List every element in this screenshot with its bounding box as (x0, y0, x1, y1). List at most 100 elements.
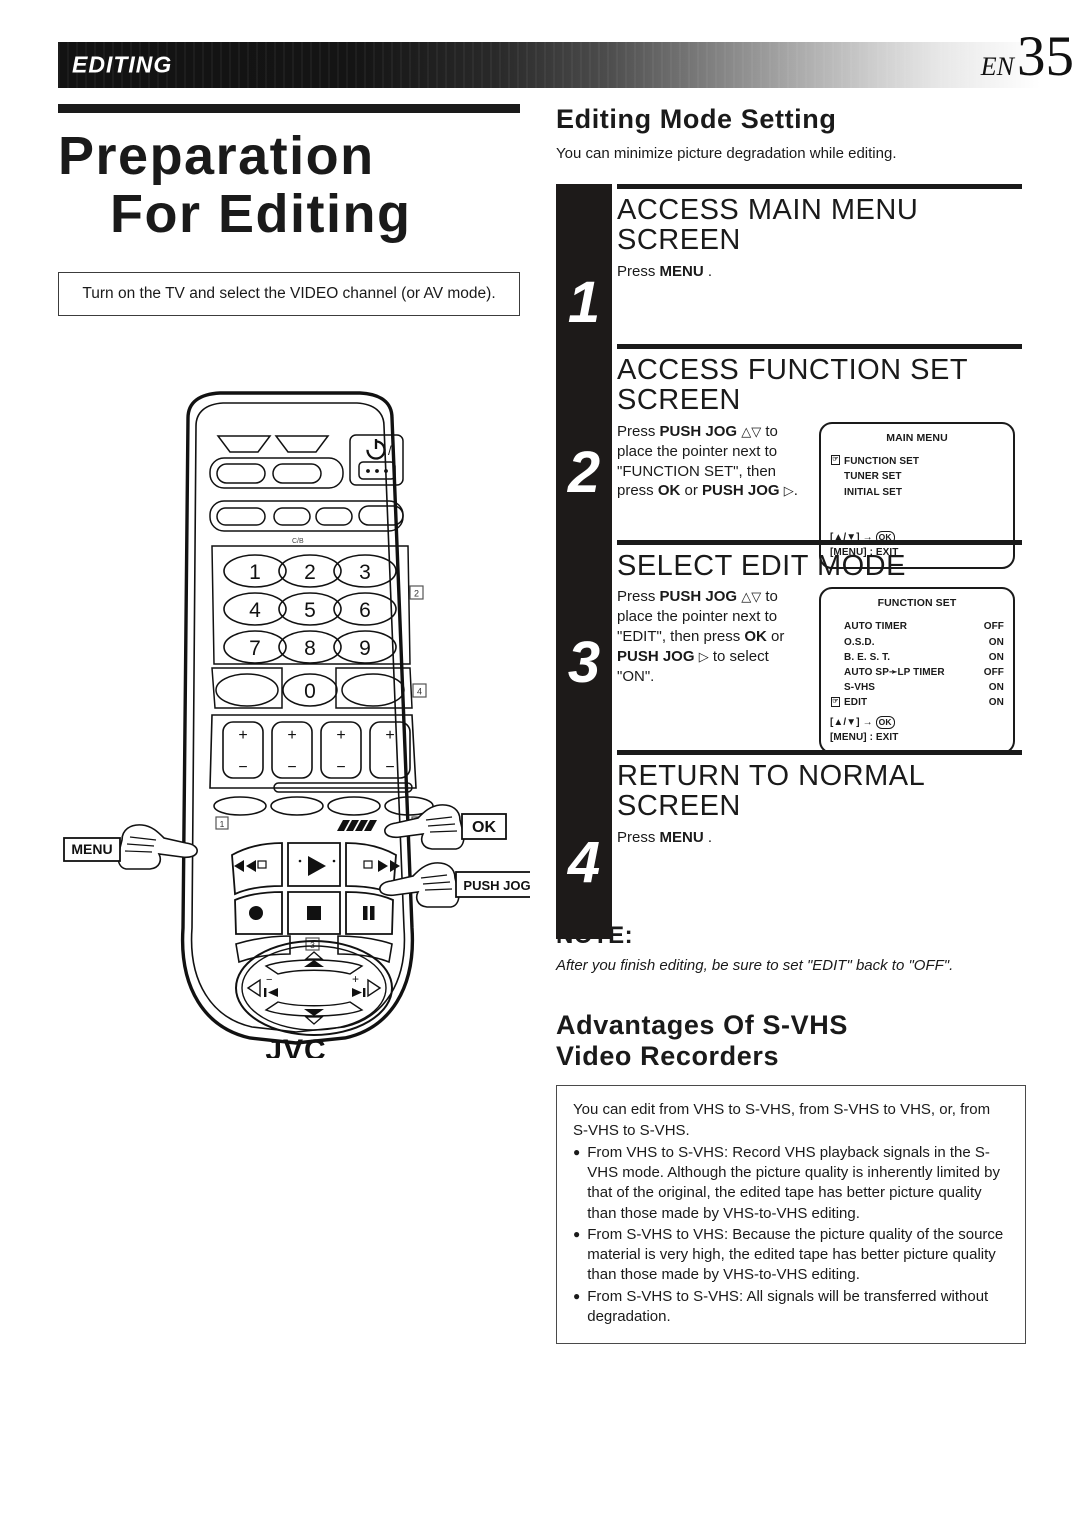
advantages-block: Advantages Of S-VHS Video Recorders You … (556, 1010, 1026, 1345)
ok-callout-label: OK (472, 819, 496, 836)
osd-row-label: S-VHS (844, 682, 876, 694)
step-1-body: Press MENU . (617, 262, 1026, 282)
osd-row-auto-sp-lp-timer[interactable]: AUTO SP➛LP TIMER OFF (844, 665, 1004, 680)
step-2-key-pushjog: PUSH JOG (659, 422, 738, 440)
step-1-text: Press MENU . (617, 262, 809, 282)
section-subtitle: You can minimize picture degradation whi… (556, 145, 897, 163)
osd-row-label: B. E. S. T. (844, 651, 891, 663)
bullet-dot-icon: ● (573, 1144, 581, 1159)
remote-control-illustration: /I C/B 1 2 3 4 5 6 7 8 9 2 0 4 + + + + −… (60, 388, 530, 1067)
advantages-title-line1: Advantages Of S-VHS (556, 1009, 848, 1040)
step-2-rule (617, 344, 1022, 350)
advantages-bullet: ● From VHS to S-VHS: Record VHS playback… (573, 1143, 1009, 1224)
right-column: Editing Mode Setting You can minimize pi… (556, 104, 1026, 1345)
osd-row-osd[interactable]: O.S.D. ON (844, 635, 1004, 650)
bullet-text: From S-VHS to VHS: Because the picture q… (587, 1225, 1004, 1284)
step-number-bar: 1 2 3 4 (556, 184, 612, 940)
osd-row-value: ON (988, 636, 1004, 648)
step-3: SELECT EDIT MODE Press PUSH JOG △▽ to pl… (617, 540, 1026, 754)
header-gradient-stripes (58, 42, 1040, 88)
chapter-header-band: EDITING (58, 42, 1040, 88)
step-3-heading: SELECT EDIT MODE (617, 550, 906, 583)
osd-item-function-set[interactable]: ☞ FUNCTION SET (831, 454, 1004, 470)
osd-row-edit[interactable]: ☞ EDIT ON (831, 695, 1004, 710)
callout-layer: MENU OK PUSH JOG (63, 804, 530, 908)
step-3-body: Press PUSH JOG △▽ to place the pointer n… (617, 587, 1026, 754)
pointer-finger-icon: ☞ (831, 454, 840, 465)
advantages-box: You can edit from VHS to S-VHS, from S-V… (556, 1085, 1026, 1345)
osd-row-svhs[interactable]: S-VHS ON (844, 680, 1004, 695)
osd-row-best[interactable]: B. E. S. T. ON (844, 650, 1004, 665)
osd-main-menu-items: ☞ FUNCTION SET TUNER SET INITIAL SET (830, 454, 1004, 501)
advantages-bullets: ● From VHS to S-VHS: Record VHS playback… (573, 1143, 1009, 1327)
step-4-body: Press MENU . (617, 828, 1026, 848)
push-jog-callout-label: PUSH JOG (463, 878, 530, 893)
osd-row-label: AUTO TIMER (844, 621, 908, 633)
osd-row-label: AUTO SP➛LP TIMER (844, 667, 945, 679)
osd-function-set: FUNCTION SET AUTO TIMER OFF O.S.D. ON B.… (819, 587, 1015, 754)
note-title: NOTE: (556, 922, 1026, 950)
step-2-key-ok: OK (657, 482, 681, 500)
bullet-text: From VHS to S-VHS: Record VHS playback s… (587, 1143, 1000, 1222)
osd-footer-nav: [▲/▼] → (830, 716, 873, 728)
osd-item-initial-set[interactable]: INITIAL SET (844, 485, 1004, 501)
preparation-note-box: Turn on the TV and select the VIDEO chan… (58, 271, 520, 316)
step-number-1: 1 (567, 270, 601, 336)
bullet-dot-icon: ● (573, 1226, 581, 1241)
page-title-line1: Preparation (58, 126, 375, 186)
osd-footer-exit: [MENU] : EXIT (830, 731, 899, 743)
osd-item-tuner-set[interactable]: TUNER SET (844, 469, 1004, 485)
osd-row-label: O.S.D. (844, 636, 875, 648)
osd-item-label: FUNCTION SET (844, 455, 920, 467)
section-title: Editing Mode Setting (556, 104, 837, 134)
page-number-block: EN 35 (980, 25, 1074, 88)
left-column: Preparation For Editing Turn on the TV a… (58, 104, 530, 316)
bullet-text: From S-VHS to S-VHS: All signals will be… (587, 1287, 989, 1325)
step-1-text-pre: Press (617, 262, 660, 280)
menu-callout-label: MENU (71, 841, 112, 857)
step-3-text: Press PUSH JOG △▽ to place the pointer n… (617, 588, 785, 685)
step-1-key-menu: MENU (659, 262, 704, 280)
osd-function-set-footer: [▲/▼] → OK [MENU] : EXIT (830, 715, 1004, 745)
step-4-rule (617, 750, 1022, 756)
step-4-heading: RETURN TO NORMAL SCREEN (617, 760, 925, 823)
advantages-title: Advantages Of S-VHS Video Recorders (556, 1010, 1026, 1074)
osd-function-set-rows: AUTO TIMER OFF O.S.D. ON B. E. S. T. ON (830, 619, 1004, 710)
title-rule (58, 104, 520, 113)
osd-footer-ok-badge: OK (875, 715, 895, 729)
step-4-text-pre: Press (617, 828, 660, 846)
osd-row-value: ON (988, 682, 1004, 694)
step-3-rule (617, 540, 1022, 546)
osd-row-value: OFF (983, 621, 1004, 633)
menu-callout (117, 824, 198, 870)
note-text: After you finish editing, be sure to set… (556, 957, 954, 975)
advantages-bullet: ● From S-VHS to VHS: Because the picture… (573, 1225, 1009, 1286)
step-1: ACCESS MAIN MENU SCREEN Press MENU . (617, 184, 1026, 344)
bullet-dot-icon: ● (573, 1288, 581, 1303)
step-2: ACCESS FUNCTION SET SCREEN Press PUSH JO… (617, 344, 1026, 570)
advantages-intro: You can edit from VHS to S-VHS, from S-V… (573, 1101, 991, 1139)
osd-row-auto-timer[interactable]: AUTO TIMER OFF (844, 619, 1004, 634)
step-number-2: 2 (567, 440, 601, 506)
osd-main-menu-title: MAIN MENU (886, 431, 948, 444)
step-3-key-pushjog: PUSH JOG (659, 588, 738, 606)
step-number-4: 4 (567, 830, 601, 896)
osd-row-value: ON (988, 697, 1004, 709)
advantages-bullet: ● From S-VHS to S-VHS: All signals will … (573, 1287, 1009, 1328)
pointing-hand-icon (379, 862, 460, 908)
step-3-key-pushjog-2: PUSH JOG (617, 647, 695, 665)
steps-container: 1 2 3 4 ACCESS MAIN MENU SCREEN Press ME… (556, 184, 1026, 940)
chapter-title: EDITING (72, 51, 173, 78)
language-code: EN (980, 52, 1014, 81)
pointer-finger-icon: ☞ (831, 697, 840, 708)
osd-row-value: ON (988, 651, 1004, 663)
osd-item-label: INITIAL SET (844, 486, 903, 498)
step-2-key-pushjog-2: PUSH JOG (702, 482, 780, 500)
pointing-hand-icon (117, 824, 198, 870)
step-4-text: Press MENU . (617, 828, 809, 848)
step-4: RETURN TO NORMAL SCREEN Press MENU . (617, 750, 1026, 900)
osd-spacer (830, 500, 1004, 526)
page-number: 35 (1017, 25, 1074, 88)
step-number-3: 3 (567, 630, 601, 696)
step-2-heading: ACCESS FUNCTION SET SCREEN (617, 354, 968, 417)
